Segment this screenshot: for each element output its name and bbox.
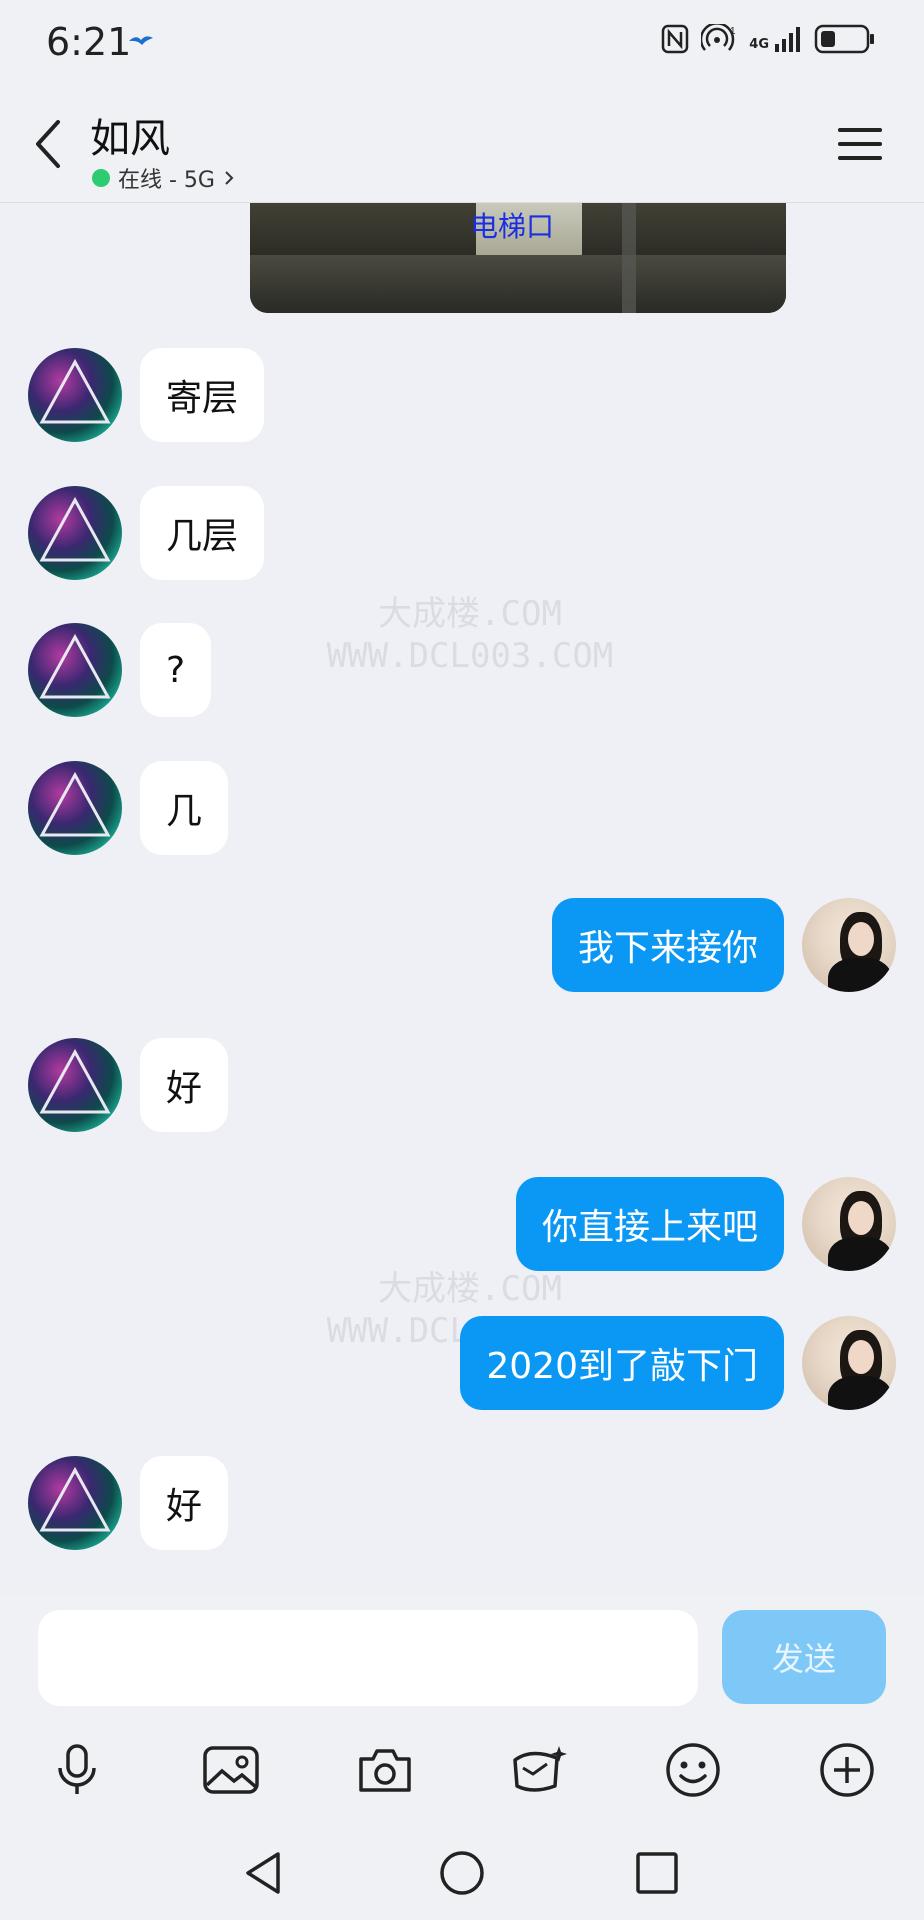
nav-recents-icon[interactable] [632, 1848, 682, 1898]
my-avatar[interactable] [802, 1316, 896, 1410]
voice-button[interactable] [45, 1738, 109, 1802]
back-arrow-icon[interactable] [30, 116, 70, 172]
more-button[interactable] [815, 1738, 879, 1802]
message-bubble[interactable]: 几 [140, 761, 229, 855]
send-button[interactable]: 发送 [722, 1610, 886, 1704]
menu-icon[interactable] [838, 124, 882, 164]
message-incoming: 好 [28, 1038, 229, 1132]
contact-avatar[interactable] [28, 1456, 122, 1550]
message-bubble[interactable]: 几层 [140, 486, 265, 580]
contact-avatar[interactable] [28, 486, 122, 580]
signal-label: 4G [749, 37, 769, 52]
message-list[interactable]: 电梯口 大成楼.COM WWW.DCL003.COM 大成楼.COM WWW.D… [0, 203, 924, 1595]
message-bubble[interactable]: ? [140, 623, 212, 717]
nfc-icon [662, 24, 689, 54]
emoji-button[interactable] [661, 1738, 725, 1802]
watermark-line-1: 大成楼.COM [378, 594, 562, 634]
my-avatar[interactable] [802, 898, 896, 992]
nav-back-icon[interactable] [240, 1848, 290, 1898]
message-input[interactable] [38, 1610, 698, 1706]
signal-4g: 4G [749, 26, 802, 52]
message-incoming: 寄层 [28, 348, 265, 442]
image-caption: 电梯口 [470, 210, 555, 243]
camera-icon [359, 1749, 411, 1792]
message-bubble[interactable]: 好 [140, 1038, 229, 1132]
red-envelope-icon [513, 1746, 567, 1792]
message-incoming: 好 [28, 1456, 229, 1550]
message-bubble[interactable]: 你直接上来吧 [515, 1177, 784, 1271]
watermark: 大成楼.COM WWW.DCL003.COM [300, 593, 640, 677]
red-envelope-button[interactable] [507, 1738, 571, 1802]
photo-rail [622, 203, 636, 313]
chevron-right-icon [225, 171, 234, 185]
message-bubble[interactable]: 我下来接你 [551, 898, 784, 992]
message-bubble[interactable]: 好 [140, 1456, 229, 1550]
album-button[interactable] [199, 1738, 263, 1802]
message-outgoing: 你直接上来吧 [515, 1177, 896, 1271]
contact-avatar[interactable] [28, 1038, 122, 1132]
watermark-line-2: WWW.DCL003.COM [326, 636, 614, 676]
contact-avatar[interactable] [28, 348, 122, 442]
online-dot-icon [92, 169, 110, 187]
input-toolbar [0, 1720, 924, 1820]
signal-bars-icon [775, 27, 800, 52]
emoji-icon [666, 1743, 720, 1797]
message-outgoing: 我下来接你 [551, 898, 896, 992]
presence-label: 在线 - 5G [118, 168, 215, 193]
hotspot-icon: 1 [701, 24, 736, 51]
presence-status[interactable]: 在线 - 5G [92, 162, 235, 194]
status-time: 6:21 [46, 20, 132, 64]
add-icon [820, 1743, 874, 1797]
message-bubble[interactable]: 寄层 [140, 348, 265, 442]
message-incoming: ? [28, 623, 212, 717]
bird-notification-icon [129, 36, 153, 45]
contact-avatar[interactable] [28, 761, 122, 855]
my-avatar[interactable] [802, 1177, 896, 1271]
contact-name[interactable]: 如风 [90, 106, 170, 164]
message-bubble[interactable]: 2020到了敲下门 [460, 1316, 784, 1410]
watermark-line-1: 大成楼.COM [378, 1269, 562, 1309]
battery-icon [814, 24, 874, 54]
nav-home-icon[interactable] [437, 1848, 487, 1898]
photo-floor [250, 255, 786, 313]
message-incoming: 几层 [28, 486, 265, 580]
camera-button[interactable] [353, 1738, 417, 1802]
image-message[interactable]: 电梯口 [250, 203, 786, 313]
input-bar: 发送 [0, 1596, 924, 1720]
mic-icon [58, 1744, 96, 1794]
status-bar: 6:21 1 4G [0, 0, 924, 86]
message-incoming: 几 [28, 761, 229, 855]
image-icon [203, 1746, 259, 1794]
contact-avatar[interactable] [28, 623, 122, 717]
message-outgoing: 2020到了敲下门 [460, 1316, 896, 1410]
svg-text:1: 1 [730, 26, 736, 37]
system-nav-bar [0, 1820, 924, 1920]
chat-header: 如风 在线 - 5G [0, 86, 924, 203]
